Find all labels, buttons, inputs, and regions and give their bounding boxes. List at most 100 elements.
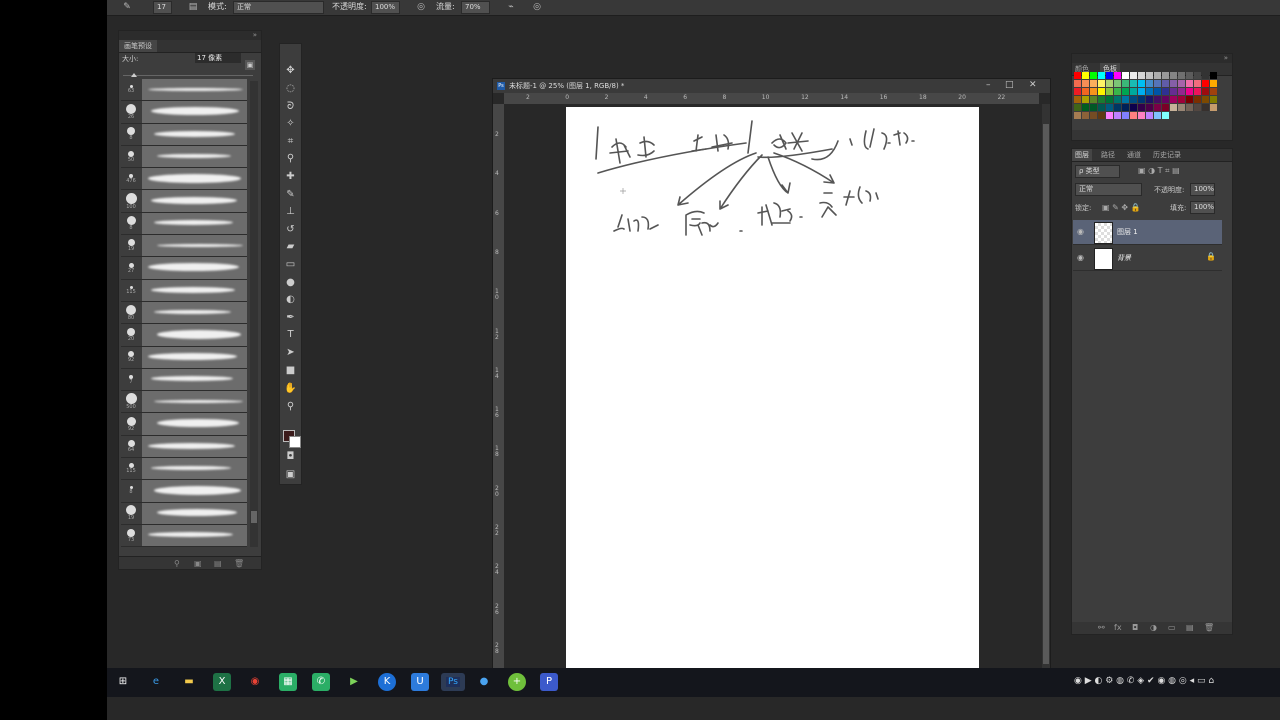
color-swatch[interactable] bbox=[1210, 80, 1217, 87]
color-swatch[interactable] bbox=[1082, 112, 1089, 119]
color-swatch[interactable] bbox=[1202, 80, 1209, 87]
type-tool-icon[interactable]: T bbox=[284, 328, 297, 341]
brush-panel-icon[interactable]: ▣ bbox=[194, 559, 202, 568]
brush-preset-item[interactable]: 100 bbox=[121, 190, 247, 213]
brush-tool-icon[interactable]: ✎ bbox=[121, 1, 133, 13]
mask-icon[interactable]: ◘ bbox=[1132, 623, 1138, 632]
color-swatch[interactable] bbox=[1146, 112, 1153, 119]
color-swatch[interactable] bbox=[1154, 72, 1161, 79]
color-swatch[interactable] bbox=[1178, 88, 1185, 95]
color-swatch[interactable] bbox=[1122, 72, 1129, 79]
color-swatch[interactable] bbox=[1098, 112, 1105, 119]
toggle-brush-icon[interactable]: ⚲ bbox=[174, 559, 180, 568]
color-swatch[interactable] bbox=[1146, 104, 1153, 111]
color-swatch[interactable] bbox=[1162, 88, 1169, 95]
photoshop-taskbar-icon[interactable]: Ps bbox=[441, 673, 465, 691]
delete-layer-icon[interactable]: 🗑 bbox=[1204, 623, 1214, 632]
color-swatch[interactable] bbox=[1154, 88, 1161, 95]
color-swatch[interactable] bbox=[1130, 88, 1137, 95]
pressure-size-icon[interactable]: ◎ bbox=[531, 1, 543, 13]
color-swatch[interactable] bbox=[1090, 96, 1097, 103]
brush-preset-item[interactable]: 8 bbox=[121, 480, 247, 503]
color-swatch[interactable] bbox=[1170, 88, 1177, 95]
mode-select[interactable]: 正常 bbox=[233, 1, 324, 14]
layer-filter-select[interactable]: ρ 类型 bbox=[1075, 165, 1120, 178]
color-swatch[interactable] bbox=[1194, 104, 1201, 111]
color-swatch[interactable] bbox=[1130, 72, 1137, 79]
color-swatch[interactable] bbox=[1090, 104, 1097, 111]
collapse-icon[interactable]: » bbox=[253, 31, 257, 39]
lasso-tool-icon[interactable]: ᘐ bbox=[284, 100, 297, 113]
brush-preset-item[interactable]: 115 bbox=[121, 279, 247, 302]
360-icon[interactable]: + bbox=[508, 673, 526, 691]
explorer-icon[interactable]: ▬ bbox=[180, 673, 198, 691]
new-layer-icon[interactable]: ▤ bbox=[1186, 623, 1194, 632]
hand-tool-icon[interactable]: ✋ bbox=[284, 382, 297, 395]
brush-scrollbar[interactable] bbox=[250, 81, 258, 547]
color-swatch[interactable] bbox=[1098, 104, 1105, 111]
photoviewer-icon[interactable]: P bbox=[540, 673, 558, 691]
delete-brush-icon[interactable]: 🗑 bbox=[234, 559, 244, 568]
color-swatch[interactable] bbox=[1170, 104, 1177, 111]
color-swatch[interactable] bbox=[1090, 88, 1097, 95]
media-player-icon[interactable]: ▶ bbox=[345, 673, 363, 691]
path-select-tool-icon[interactable]: ➤ bbox=[284, 346, 297, 359]
color-swatch[interactable] bbox=[1138, 88, 1145, 95]
tab-channels[interactable]: 通道 bbox=[1124, 149, 1144, 161]
fill-field[interactable]: 100% bbox=[1190, 201, 1215, 214]
color-swatch[interactable] bbox=[1106, 72, 1113, 79]
color-swatch[interactable] bbox=[1178, 96, 1185, 103]
eyedropper-tool-icon[interactable]: ⚲ bbox=[284, 152, 297, 165]
color-swatch[interactable] bbox=[1106, 96, 1113, 103]
link-icon[interactable]: ⚯ bbox=[1098, 623, 1105, 632]
color-swatch[interactable] bbox=[1106, 104, 1113, 111]
color-swatch[interactable] bbox=[1074, 104, 1081, 111]
color-swatch[interactable] bbox=[1154, 104, 1161, 111]
pressure-opacity-icon[interactable]: ◎ bbox=[415, 1, 427, 13]
color-swatch[interactable] bbox=[1178, 80, 1185, 87]
brush-preset-item[interactable]: 63 bbox=[121, 79, 247, 102]
color-swatch[interactable] bbox=[1082, 80, 1089, 87]
excel-icon[interactable]: X bbox=[213, 673, 231, 691]
tab-layers[interactable]: 图层 bbox=[1072, 149, 1092, 161]
color-swatch[interactable] bbox=[1154, 112, 1161, 119]
color-swatch[interactable] bbox=[1122, 88, 1129, 95]
color-swatch[interactable] bbox=[1186, 72, 1193, 79]
layer-row-background[interactable]: ◉ 背景 🔒 bbox=[1073, 246, 1222, 271]
color-swatch[interactable] bbox=[1074, 88, 1081, 95]
tab-paths[interactable]: 路径 bbox=[1098, 149, 1118, 161]
color-swatch[interactable] bbox=[1162, 104, 1169, 111]
marquee-tool-icon[interactable]: ◌ bbox=[284, 82, 297, 95]
color-swatch[interactable] bbox=[1202, 72, 1209, 79]
color-swatch[interactable] bbox=[1082, 96, 1089, 103]
color-swatch[interactable] bbox=[1090, 112, 1097, 119]
healing-tool-icon[interactable]: ✚ bbox=[284, 170, 297, 183]
eraser-tool-icon[interactable]: ▰ bbox=[284, 240, 297, 253]
system-tray-icons[interactable]: ◉ ▶ ◐ ⚙ ◍ ✆ ◈ ✔ ◉ ◍ ◎ ◂ ▭ ⌂ bbox=[1074, 676, 1214, 686]
brush-preset-item[interactable]: 80 bbox=[121, 301, 247, 325]
brush-size-field[interactable]: 17 bbox=[153, 1, 172, 14]
blend-mode-select[interactable]: 正常 bbox=[1075, 183, 1142, 196]
brush-preset-item[interactable]: 8 bbox=[121, 212, 247, 236]
color-swatch[interactable] bbox=[1138, 96, 1145, 103]
canvas[interactable] bbox=[566, 107, 979, 669]
background-color-swatch[interactable] bbox=[289, 436, 301, 448]
color-swatch[interactable] bbox=[1186, 96, 1193, 103]
collapse-icon[interactable]: » bbox=[1224, 54, 1228, 62]
brush-preset-item[interactable]: 476 bbox=[121, 168, 247, 191]
color-swatch[interactable] bbox=[1138, 72, 1145, 79]
color-swatch[interactable] bbox=[1154, 80, 1161, 87]
color-swatch[interactable] bbox=[1082, 88, 1089, 95]
color-swatch[interactable] bbox=[1090, 72, 1097, 79]
minimize-icon[interactable]: – bbox=[986, 80, 991, 90]
brush-panel-toggle-icon[interactable]: ▤ bbox=[187, 1, 199, 13]
shape-tool-icon[interactable]: ■ bbox=[284, 364, 297, 377]
color-swatch[interactable] bbox=[1130, 112, 1137, 119]
maximize-icon[interactable]: □ bbox=[1005, 80, 1014, 90]
tab-history[interactable]: 历史记录 bbox=[1150, 149, 1184, 161]
color-swatch[interactable] bbox=[1210, 72, 1217, 79]
new-preset-icon[interactable]: ▣ bbox=[245, 60, 255, 70]
color-swatch[interactable] bbox=[1098, 88, 1105, 95]
color-swatch[interactable] bbox=[1074, 80, 1081, 87]
color-swatch[interactable] bbox=[1098, 80, 1105, 87]
